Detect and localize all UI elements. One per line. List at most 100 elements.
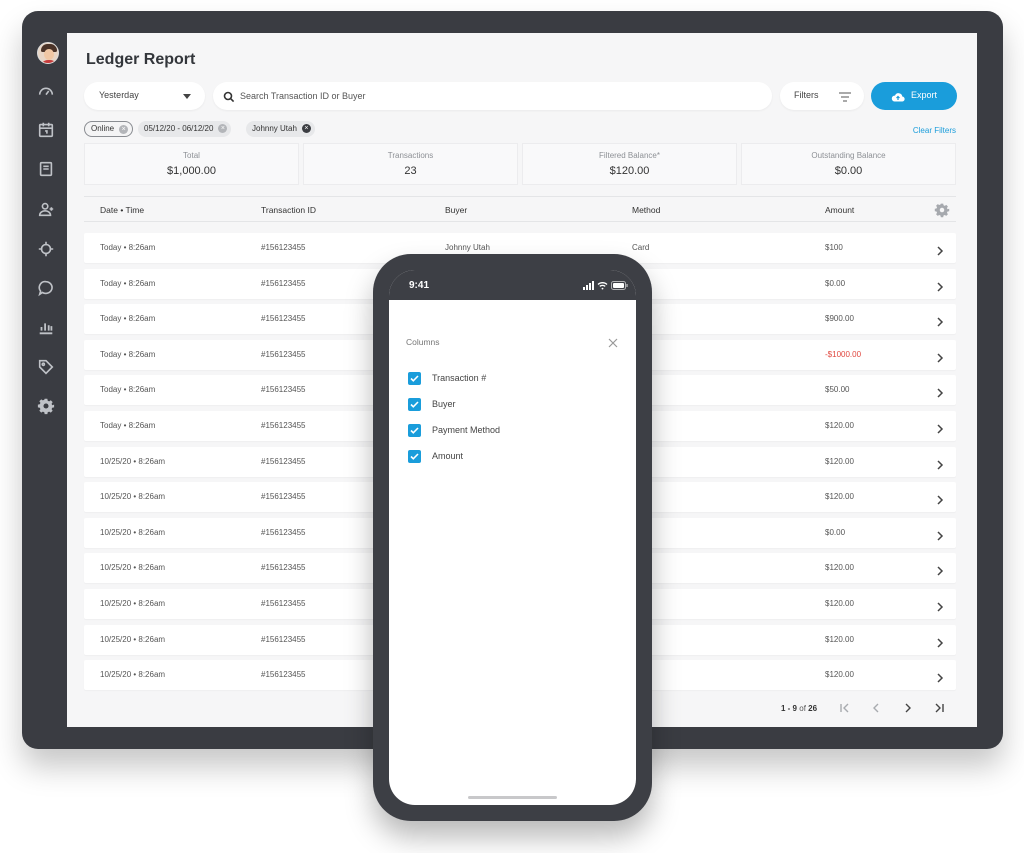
- book-icon[interactable]: [37, 160, 59, 182]
- wifi-icon: [597, 282, 608, 290]
- checkbox-checked[interactable]: [408, 424, 421, 437]
- cell-amount: -$1000.00: [825, 349, 862, 359]
- cell-transaction-id: #156123455: [261, 421, 306, 430]
- stat-label: Filtered Balance*: [599, 151, 660, 160]
- column-header-buyer[interactable]: Buyer: [445, 205, 467, 215]
- target-icon[interactable]: [37, 240, 59, 262]
- status-bar: 9:41: [389, 270, 636, 300]
- chevron-right-icon[interactable]: [936, 385, 944, 398]
- stage: Ledger Report Yesterday Filters Export O…: [0, 0, 1024, 853]
- first-page-icon[interactable]: [839, 701, 851, 715]
- filter-icon: [838, 90, 852, 102]
- cell-amount: $120.00: [825, 492, 854, 502]
- cell-buyer: Johnny Utah: [445, 243, 490, 252]
- cell-date: 10/25/20 • 8:26am: [100, 599, 166, 608]
- cell-transaction-id: #156123455: [261, 456, 306, 466]
- chevron-right-icon[interactable]: [936, 279, 944, 292]
- cell-amount: $0.00: [825, 278, 846, 288]
- table-header: Date • Time Transaction ID Buyer Method …: [84, 196, 956, 222]
- column-header-method[interactable]: Method: [632, 205, 660, 215]
- search-bar[interactable]: [213, 82, 772, 110]
- cell-transaction-id: #156123455: [261, 349, 306, 359]
- clear-filters-link[interactable]: Clear Filters: [913, 126, 956, 135]
- cell-amount: $0.00: [825, 527, 846, 537]
- date-range-value: Yesterday: [99, 90, 139, 100]
- cell-date: 10/25/20 • 8:26am: [100, 563, 166, 573]
- stat-filtered-balance: Filtered Balance* $120.00: [522, 143, 737, 185]
- chevron-right-icon[interactable]: [936, 314, 944, 327]
- stat-value: $0.00: [834, 165, 863, 177]
- cell-transaction-id: #156123455: [261, 670, 306, 680]
- column-option-transaction[interactable]: Transaction #: [408, 372, 608, 386]
- avatar[interactable]: [37, 42, 59, 64]
- filters-label: Filters: [794, 90, 819, 100]
- tag-icon[interactable]: [37, 358, 59, 380]
- columns-panel-title: Columns: [406, 337, 440, 347]
- cell-transaction-id: #156123455: [261, 527, 306, 537]
- cell-method: Card: [632, 243, 650, 252]
- home-indicator: [468, 796, 557, 799]
- gear-icon[interactable]: [37, 397, 59, 419]
- column-option-buyer[interactable]: Buyer: [408, 398, 608, 412]
- filter-chip-online[interactable]: Online ×: [84, 121, 134, 137]
- cell-transaction-id: #156123455: [261, 314, 306, 324]
- cell-date: Today • 8:26am: [100, 349, 156, 359]
- sidebar: [22, 30, 68, 730]
- chevron-right-icon[interactable]: [936, 243, 944, 256]
- chevron-right-icon[interactable]: [936, 563, 944, 576]
- close-icon[interactable]: [607, 336, 619, 348]
- cell-date: Today • 8:26am: [100, 243, 156, 252]
- next-page-icon[interactable]: [902, 701, 914, 715]
- chip-remove-icon[interactable]: ×: [119, 125, 129, 134]
- battery-icon: [611, 281, 628, 290]
- filters-button[interactable]: Filters: [780, 82, 864, 110]
- column-option-amount[interactable]: Amount: [408, 450, 608, 464]
- summary-stats: Total $1,000.00 Transactions 23 Filtered…: [84, 143, 956, 185]
- chevron-right-icon[interactable]: [936, 635, 944, 648]
- chat-icon[interactable]: [37, 279, 59, 301]
- cell-date: 10/25/20 • 8:26am: [100, 492, 166, 502]
- column-settings-gear-icon[interactable]: [934, 202, 950, 218]
- date-range-select[interactable]: Yesterday: [84, 82, 205, 110]
- chevron-right-icon[interactable]: [936, 457, 944, 470]
- chip-remove-icon[interactable]: ×: [218, 124, 228, 133]
- cell-transaction-id: #156123455: [261, 385, 306, 395]
- column-header-transaction-id[interactable]: Transaction ID: [261, 205, 316, 215]
- cell-date: 10/25/20 • 8:26am: [100, 670, 166, 680]
- stat-total: Total $1,000.00: [84, 143, 299, 185]
- last-page-icon[interactable]: [933, 701, 945, 715]
- chevron-right-icon[interactable]: [936, 492, 944, 505]
- filter-chip-buyer[interactable]: Johnny Utah ×: [246, 121, 315, 137]
- cell-transaction-id: #156123455: [261, 243, 306, 252]
- calendar-icon[interactable]: [37, 121, 59, 143]
- cell-transaction-id: #156123455: [261, 492, 306, 502]
- chevron-right-icon[interactable]: [936, 350, 944, 363]
- column-header-date[interactable]: Date • Time: [100, 205, 144, 215]
- filter-chip-date-range[interactable]: 05/12/20 - 06/12/20 ×: [138, 121, 232, 137]
- chevron-right-icon[interactable]: [936, 528, 944, 541]
- stat-label: Total: [183, 151, 200, 160]
- users-icon[interactable]: [37, 200, 59, 222]
- chart-icon[interactable]: [37, 318, 59, 340]
- chevron-right-icon[interactable]: [936, 599, 944, 612]
- cell-amount: $120.00: [825, 599, 854, 608]
- dashboard-icon[interactable]: [37, 82, 59, 104]
- column-option-payment-method[interactable]: Payment Method: [408, 424, 608, 438]
- stat-label: Outstanding Balance: [811, 151, 886, 160]
- checkbox-checked[interactable]: [408, 450, 421, 463]
- chip-remove-icon[interactable]: ×: [301, 124, 311, 133]
- search-input[interactable]: [240, 87, 740, 105]
- checkbox-checked[interactable]: [408, 372, 421, 385]
- cell-date: Today • 8:26am: [100, 385, 156, 395]
- column-header-amount[interactable]: Amount: [825, 205, 854, 215]
- cell-amount: $50.00: [825, 385, 850, 395]
- pagination-total: 26: [808, 704, 818, 713]
- pagination-range: 1 - 9: [781, 704, 798, 713]
- checkbox-checked[interactable]: [408, 398, 421, 411]
- chevron-right-icon[interactable]: [936, 421, 944, 434]
- previous-page-icon[interactable]: [870, 701, 882, 715]
- export-button[interactable]: Export: [871, 82, 957, 110]
- stat-value: $1,000.00: [167, 165, 216, 177]
- cell-amount: $900.00: [825, 314, 854, 324]
- chevron-right-icon[interactable]: [936, 670, 944, 683]
